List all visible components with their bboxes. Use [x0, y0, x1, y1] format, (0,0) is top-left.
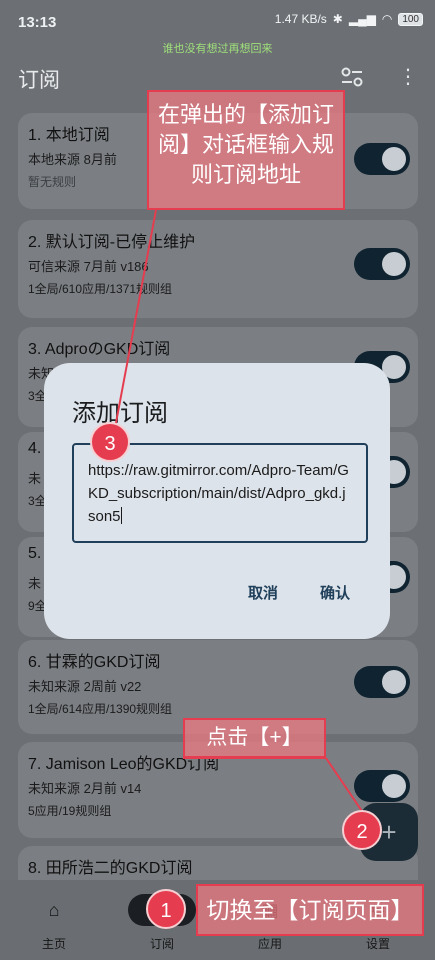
step-badge-3: 3	[90, 422, 130, 462]
annotation-step2: 点击【+】	[183, 718, 326, 758]
step-badge-2: 2	[342, 810, 382, 850]
step-badge-1: 1	[146, 889, 186, 929]
annotation-step1: 切换至【订阅页面】	[196, 884, 424, 936]
annotation-step3: 在弹出的【添加订阅】对话框输入规则订阅地址	[147, 90, 345, 210]
